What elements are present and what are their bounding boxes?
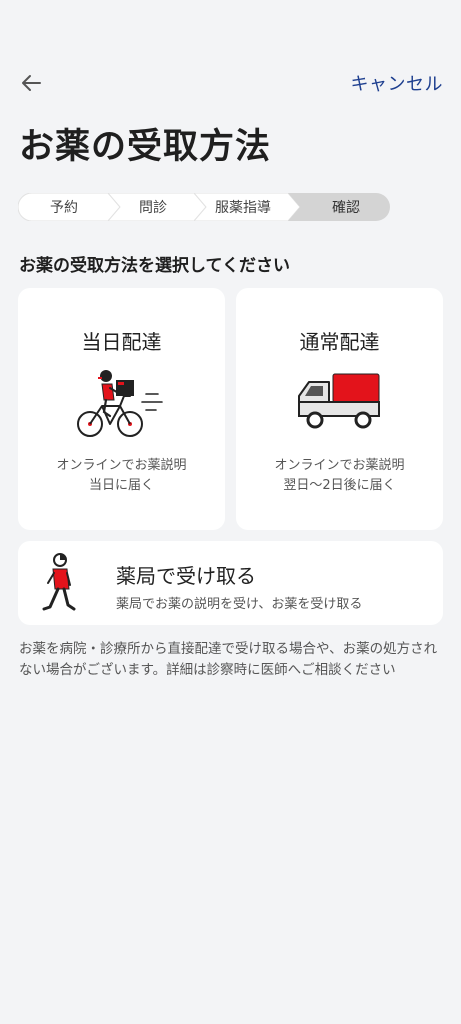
step-label: 確認 [332, 200, 360, 216]
option-description: オンラインでお薬説明 当日に届く [18, 456, 225, 496]
step-interview: 問診 [108, 193, 206, 221]
step-label: 予約 [50, 200, 78, 216]
description-line: オンラインでお薬説明 [274, 458, 405, 473]
section-subtitle: お薬の受取方法を選択してください [19, 256, 290, 276]
option-title: 薬局で受け取る [116, 564, 256, 588]
disclaimer-note: お薬を病院・診療所から直接配達で受け取る場合や、お薬の処方されない場合がございま… [19, 641, 438, 678]
delivery-truck-icon [297, 373, 380, 429]
step-label: 服薬指導 [215, 200, 271, 216]
arrow-left-icon [22, 75, 41, 91]
back-button[interactable] [14, 66, 48, 100]
same-day-delivery-option[interactable]: 当日配達 オンラインでお薬説明 当日に届く [18, 288, 225, 530]
cancel-button[interactable]: キャンセル [351, 70, 444, 96]
page-title: お薬の受取方法 [19, 127, 272, 167]
top-bar: キャンセル [0, 62, 461, 102]
option-title: 通常配達 [299, 330, 380, 354]
walking-person-icon [42, 553, 76, 611]
option-description: オンラインでお薬説明 翌日〜2日後に届く [236, 456, 443, 496]
option-description: 薬局でお薬の説明を受け、お薬を受け取る [116, 597, 363, 612]
description-line: 翌日〜2日後に届く [283, 478, 396, 493]
step-confirm: 確認 [288, 193, 390, 221]
description-line: オンラインでお薬説明 [56, 458, 187, 473]
step-medication-guidance: 服薬指導 [194, 193, 300, 221]
normal-delivery-option[interactable]: 通常配達 オンラインでお薬説明 翌日〜2日後に届く [236, 288, 443, 530]
step-reservation: 予約 [18, 193, 121, 221]
option-title: 当日配達 [81, 330, 162, 354]
progress-stepper: 予約 問診 服薬指導 確認 [18, 193, 390, 221]
step-label: 問診 [139, 200, 167, 216]
delivery-bicycle-icon [76, 370, 163, 437]
pharmacy-pickup-option[interactable]: 薬局で受け取る 薬局でお薬の説明を受け、お薬を受け取る [18, 541, 443, 625]
description-line: 当日に届く [88, 478, 154, 493]
